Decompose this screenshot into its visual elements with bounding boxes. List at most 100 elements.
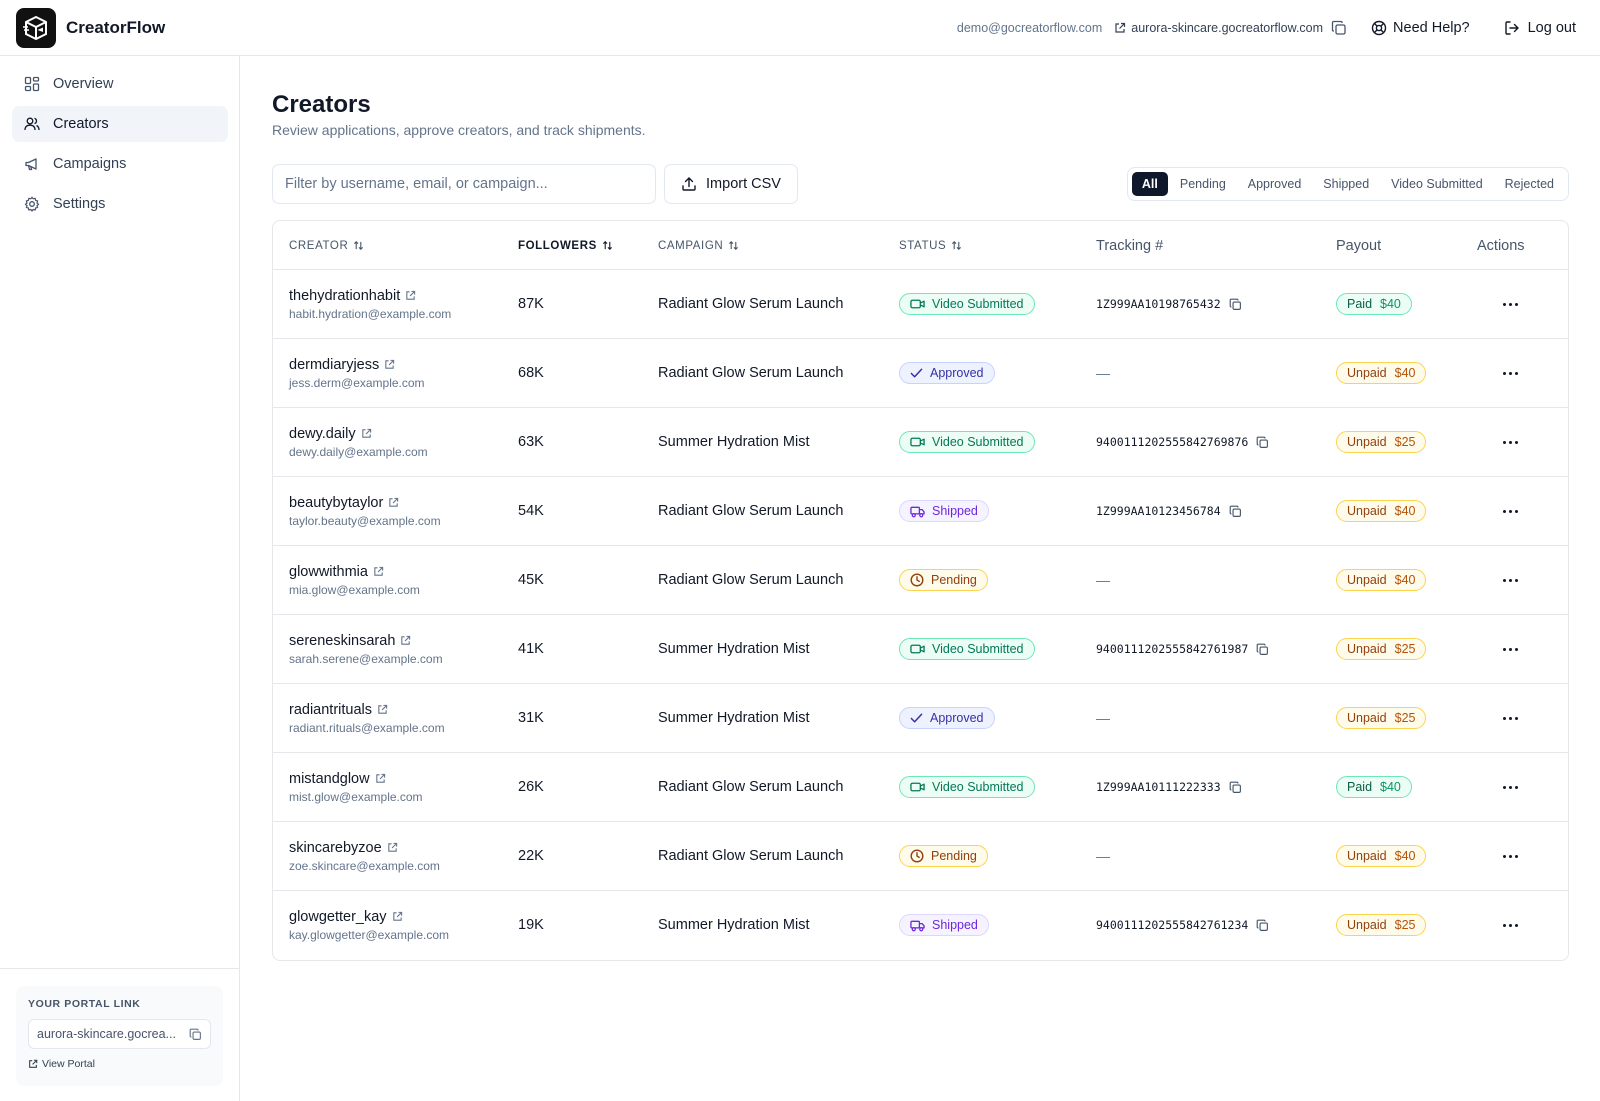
creator-handle-link[interactable]: sereneskinsarah [289, 633, 411, 649]
column-followers[interactable]: FOLLOWERS [518, 221, 613, 270]
row-actions-button[interactable] [1495, 891, 1525, 959]
external-link-icon[interactable] [361, 428, 372, 439]
payout-badge[interactable]: Unpaid $40 [1336, 845, 1427, 867]
external-link-icon[interactable] [375, 773, 386, 784]
table-row[interactable]: beautybytaylor taylor.beauty@example.com 5… [273, 477, 1568, 546]
table-row[interactable]: skincarebyzoe zoe.skincare@example.com 22K… [273, 822, 1568, 891]
tab-all[interactable]: All [1131, 172, 1168, 196]
row-actions-button[interactable] [1495, 477, 1525, 545]
status-label: Video Submitted [932, 297, 1024, 311]
payout-badge[interactable]: Unpaid $40 [1336, 569, 1427, 591]
table-row[interactable]: mistandglow mist.glow@example.com 26K Radia… [273, 753, 1568, 822]
external-link-icon[interactable] [400, 635, 411, 646]
copy-icon[interactable] [1256, 643, 1269, 656]
tracking-number: 9400111202555842769876 [1096, 435, 1249, 449]
table-row[interactable]: thehydrationhabit habit.hydration@example… [273, 270, 1568, 339]
copy-icon[interactable] [1229, 505, 1242, 518]
status-cell: Video Submitted [899, 270, 1035, 338]
filter-input[interactable] [272, 164, 656, 204]
column-creator[interactable]: CREATOR [289, 221, 364, 270]
tracking-cell: — [1096, 684, 1110, 752]
payout-badge[interactable]: Unpaid $25 [1336, 707, 1427, 729]
creator-handle: glowgetter_kay [289, 908, 387, 925]
external-link-icon[interactable] [388, 497, 399, 508]
table-row[interactable]: dewy.daily dewy.daily@example.com 63K Summe… [273, 408, 1568, 477]
creator-handle-link[interactable]: glowwithmia [289, 564, 384, 580]
row-actions-button[interactable] [1495, 546, 1525, 614]
tab-pending[interactable]: Pending [1170, 172, 1236, 196]
sidebar-item-campaigns[interactable]: Campaigns [12, 146, 228, 182]
copy-icon[interactable] [1256, 436, 1269, 449]
table-row[interactable]: glowwithmia mia.glow@example.com 45K Radian… [273, 546, 1568, 615]
video-icon [910, 299, 925, 309]
sidebar-item-creators[interactable]: Creators [12, 106, 228, 142]
payout-cell: Unpaid $40 [1336, 822, 1427, 890]
column-status[interactable]: STATUS [899, 221, 962, 270]
external-link-icon[interactable] [392, 911, 403, 922]
row-actions-button[interactable] [1495, 822, 1525, 890]
copy-icon[interactable] [1229, 298, 1242, 311]
status-label: Video Submitted [932, 780, 1024, 794]
view-portal-link[interactable]: View Portal [28, 1058, 211, 1070]
tracking-number: 9400111202555842761987 [1096, 642, 1249, 656]
external-link-icon[interactable] [387, 842, 398, 853]
sidebar-item-overview[interactable]: Overview [12, 66, 228, 102]
tab-rejected[interactable]: Rejected [1495, 172, 1564, 196]
payout-badge[interactable]: Unpaid $25 [1336, 914, 1427, 936]
creator-handle-link[interactable]: beautybytaylor [289, 495, 399, 511]
status-badge: Shipped [899, 500, 989, 522]
more-horizontal-icon [1502, 647, 1518, 651]
payout-badge[interactable]: Unpaid $40 [1336, 362, 1427, 384]
upload-icon [682, 177, 696, 191]
creator-handle-link[interactable]: mistandglow [289, 771, 386, 787]
external-link-icon[interactable] [384, 359, 395, 370]
tab-approved[interactable]: Approved [1238, 172, 1312, 196]
copy-portal-button[interactable] [1331, 20, 1347, 36]
row-actions-button[interactable] [1495, 753, 1525, 821]
tab-shipped[interactable]: Shipped [1313, 172, 1379, 196]
copy-icon[interactable] [1256, 919, 1269, 932]
creator-handle-link[interactable]: dermdiaryjess [289, 357, 395, 373]
tab-video-submitted[interactable]: Video Submitted [1381, 172, 1493, 196]
table-row[interactable]: dermdiaryjess jess.derm@example.com 68K Rad… [273, 339, 1568, 408]
payout-cell: Unpaid $25 [1336, 684, 1427, 752]
tracking-cell: — [1096, 822, 1110, 890]
external-link-icon[interactable] [405, 290, 416, 301]
row-actions-button[interactable] [1495, 684, 1525, 752]
import-csv-button[interactable]: Import CSV [664, 164, 798, 204]
sidebar-item-settings[interactable]: Settings [12, 186, 228, 222]
table-row[interactable]: sereneskinsarah sarah.serene@example.com 4… [273, 615, 1568, 684]
table-row[interactable]: glowgetter_kay kay.glowgetter@example.com… [273, 891, 1568, 960]
logo-icon[interactable] [16, 8, 56, 48]
payout-badge[interactable]: Paid $40 [1336, 293, 1412, 315]
row-actions-button[interactable] [1495, 270, 1525, 338]
payout-badge[interactable]: Unpaid $40 [1336, 500, 1427, 522]
copy-icon[interactable] [189, 1028, 202, 1041]
creator-handle-link[interactable]: skincarebyzoe [289, 840, 398, 856]
creator-handle-link[interactable]: radiantrituals [289, 702, 388, 718]
table-row[interactable]: radiantrituals radiant.rituals@example.co… [273, 684, 1568, 753]
external-link-icon[interactable] [377, 704, 388, 715]
campaign-name: Radiant Glow Serum Launch [658, 503, 844, 519]
row-actions-button[interactable] [1495, 408, 1525, 476]
creator-handle-link[interactable]: glowgetter_kay [289, 909, 403, 925]
followers-count: 31K [518, 710, 544, 726]
portal-link-field[interactable]: aurora-skincare.gocrea... [28, 1019, 211, 1049]
sort-icon [952, 241, 962, 250]
payout-badge[interactable]: Unpaid $25 [1336, 431, 1427, 453]
external-link-icon[interactable] [373, 566, 384, 577]
row-actions-button[interactable] [1495, 615, 1525, 683]
payout-badge[interactable]: Paid $40 [1336, 776, 1412, 798]
payout-cell: Unpaid $25 [1336, 408, 1427, 476]
portal-link[interactable]: aurora-skincare.gocreatorflow.com [1114, 21, 1323, 35]
campaign-name: Radiant Glow Serum Launch [658, 779, 844, 795]
payout-badge[interactable]: Unpaid $25 [1336, 638, 1427, 660]
creator-email: radiant.rituals@example.com [289, 720, 445, 735]
row-actions-button[interactable] [1495, 339, 1525, 407]
need-help-button[interactable]: Need Help? [1371, 20, 1470, 36]
column-campaign[interactable]: CAMPAIGN [658, 221, 739, 270]
copy-icon[interactable] [1229, 781, 1242, 794]
creator-handle-link[interactable]: dewy.daily [289, 426, 372, 442]
creator-handle-link[interactable]: thehydrationhabit [289, 288, 416, 304]
logout-button[interactable]: Log out [1504, 20, 1576, 36]
